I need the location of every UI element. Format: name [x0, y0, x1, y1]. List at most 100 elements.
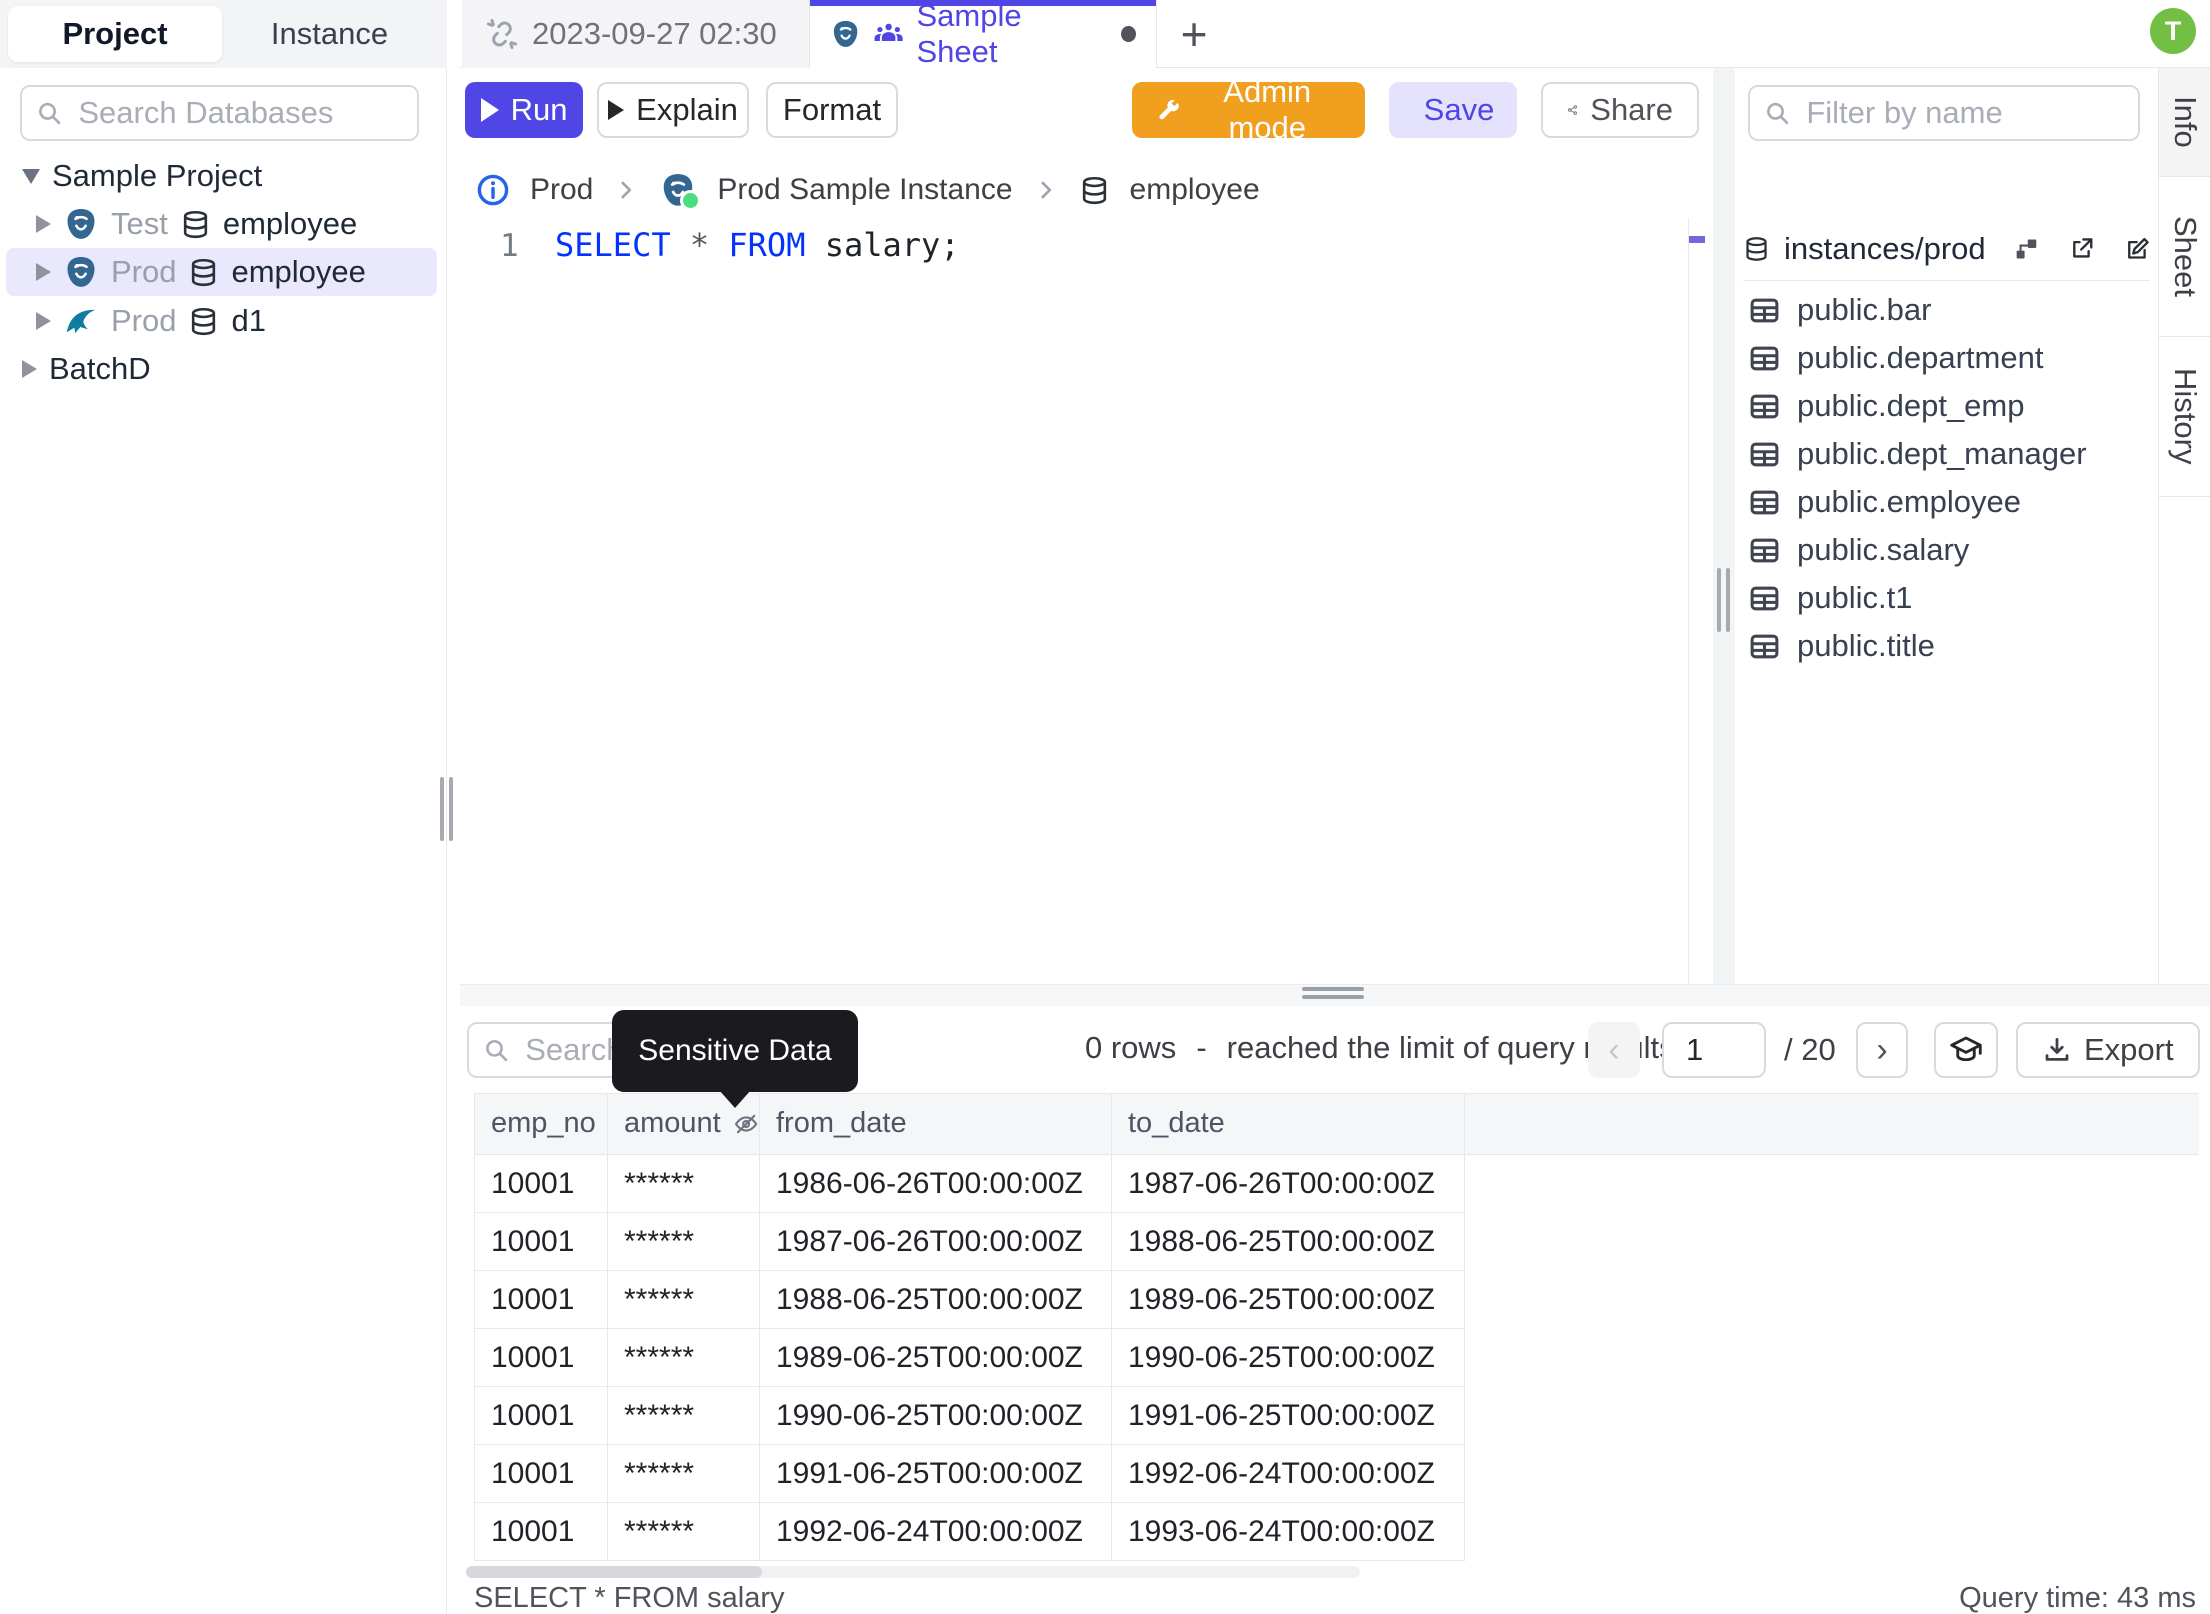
caret-down-icon[interactable] [22, 168, 40, 184]
column-header-to-date[interactable]: to_date [1112, 1093, 1465, 1155]
environment-label: Prod [111, 254, 177, 289]
cell-to-date: 1989-06-25T00:00:00Z [1112, 1271, 1465, 1329]
tab-instance[interactable]: Instance [222, 6, 437, 62]
schema-panel: instances/prod public.bar public.departm… [1735, 68, 2158, 984]
run-button[interactable]: Run [465, 82, 583, 138]
sidebar-resize-handle[interactable] [440, 777, 453, 841]
table-list-item[interactable]: public.bar [1735, 286, 2158, 334]
breadcrumb-instance[interactable]: Prod Sample Instance [717, 173, 1012, 207]
tree-item-prod-d1[interactable]: Prod d1 [0, 297, 447, 345]
tab-info[interactable]: Info [2159, 68, 2210, 177]
panel-resize-handle[interactable] [1717, 568, 1730, 632]
table-row[interactable]: 10001 ****** 1989-06-25T00:00:00Z 1990-0… [474, 1329, 2199, 1387]
table-list-item[interactable]: public.employee [1735, 478, 2158, 526]
table-list-item[interactable]: public.dept_manager [1735, 430, 2158, 478]
caret-right-icon[interactable] [36, 263, 51, 281]
postgres-icon [66, 207, 96, 241]
table-row[interactable]: 10001 ****** 1992-06-24T00:00:00Z 1993-0… [474, 1503, 2199, 1561]
share-button[interactable]: Share [1541, 82, 1699, 138]
search-databases-input[interactable] [76, 94, 403, 132]
tab-project[interactable]: Project [8, 6, 222, 62]
results-resize-handle[interactable] [1302, 987, 1364, 991]
table-row[interactable]: 10001 ****** 1986-06-26T00:00:00Z 1987-0… [474, 1155, 2199, 1213]
horizontal-scrollbar-thumb[interactable] [466, 1566, 762, 1578]
external-link-icon[interactable] [2069, 233, 2094, 265]
results-row-info: 0 rows - reached the limit of query resu… [1085, 1030, 1675, 1065]
tab-sheet[interactable]: Sheet [2159, 177, 2210, 337]
cell-amount-masked: ****** [608, 1387, 760, 1445]
column-header-filler [1465, 1093, 2199, 1155]
tab-sample-sheet-active[interactable]: Sample Sheet [810, 0, 1157, 69]
new-tab-button[interactable]: + [1170, 8, 1218, 60]
database-icon [192, 258, 216, 286]
tree-item-test-employee[interactable]: Test employee [0, 200, 447, 248]
caret-right-icon[interactable] [22, 360, 37, 378]
info-icon[interactable] [476, 173, 510, 207]
table-row[interactable]: 10001 ****** 1987-06-26T00:00:00Z 1988-0… [474, 1213, 2199, 1271]
cell-from-date: 1987-06-26T00:00:00Z [760, 1213, 1112, 1271]
caret-right-icon[interactable] [36, 215, 51, 233]
table-row[interactable]: 10001 ****** 1988-06-25T00:00:00Z 1989-0… [474, 1271, 2199, 1329]
tree-item-batchd[interactable]: BatchD [0, 345, 447, 393]
column-header-emp-no[interactable]: emp_no [474, 1093, 608, 1155]
column-header-from-date[interactable]: from_date [760, 1093, 1112, 1155]
table-name: public.salary [1797, 532, 1970, 567]
instance-header: instances/prod [1743, 218, 2150, 281]
row-count: 0 rows [1085, 1030, 1177, 1065]
table-name: public.department [1797, 340, 2044, 375]
tree-item-prod-employee[interactable]: Prod employee [0, 248, 447, 296]
next-page-button[interactable]: › [1856, 1022, 1908, 1078]
user-avatar[interactable]: T [2150, 8, 2196, 54]
panel-resize-gutter [1713, 68, 1735, 984]
sheet-tab-bar: 2023-09-27 02:30 Sample Sheet + T [460, 0, 2210, 69]
sidebar-tab-switcher: Project Instance [0, 0, 447, 68]
sql-editor[interactable]: 1 SELECT * FROM salary; [460, 218, 1688, 984]
table-list-item[interactable]: public.department [1735, 334, 2158, 382]
tree-item-sample-project[interactable]: Sample Project [0, 152, 447, 200]
cell-amount-masked: ****** [608, 1503, 760, 1561]
caret-right-icon[interactable] [36, 312, 51, 330]
prev-page-button[interactable]: ‹ [1588, 1022, 1640, 1078]
table-list-item[interactable]: public.dept_emp [1735, 382, 2158, 430]
filter-by-name-input[interactable] [1804, 94, 2124, 132]
postgres-icon [66, 255, 96, 289]
export-button[interactable]: Export [2016, 1022, 2200, 1078]
table-row[interactable]: 10001 ****** 1990-06-25T00:00:00Z 1991-0… [474, 1387, 2199, 1445]
sql-code-line[interactable]: SELECT * FROM salary; [555, 226, 960, 264]
cell-from-date: 1988-06-25T00:00:00Z [760, 1271, 1112, 1329]
play-icon [608, 100, 625, 120]
edit-icon[interactable] [2125, 233, 2150, 265]
sensitive-data-tooltip: Sensitive Data [612, 1010, 858, 1108]
cell-emp-no: 10001 [474, 1503, 608, 1561]
explain-button[interactable]: Explain [597, 82, 749, 138]
table-list-item[interactable]: public.t1 [1735, 574, 2158, 622]
format-button[interactable]: Format [766, 82, 898, 138]
table-row[interactable]: 10001 ****** 1991-06-25T00:00:00Z 1992-0… [474, 1445, 2199, 1503]
save-button[interactable]: Save [1389, 82, 1517, 138]
cell-amount-masked: ****** [608, 1213, 760, 1271]
page-number-input[interactable] [1662, 1022, 1766, 1078]
graduation-cap-button[interactable] [1934, 1022, 1998, 1078]
admin-mode-button[interactable]: Admin mode [1132, 74, 1365, 145]
results-resize-handle[interactable] [1302, 995, 1364, 999]
table-name: public.dept_manager [1797, 436, 2087, 471]
eye-off-icon[interactable] [733, 1110, 759, 1138]
search-icon [39, 102, 61, 125]
project-label: Sample Project [52, 158, 263, 193]
breadcrumb-environment[interactable]: Prod [530, 173, 593, 207]
environment-label: Prod [111, 303, 177, 338]
cell-from-date: 1991-06-25T00:00:00Z [760, 1445, 1112, 1503]
cell-emp-no: 10001 [474, 1329, 608, 1387]
online-status-dot [680, 190, 702, 211]
project-label: BatchD [49, 351, 151, 386]
table-list-item[interactable]: public.salary [1735, 526, 2158, 574]
editor-cursor-marker [1689, 236, 1705, 243]
tab-worksheet-timestamp[interactable]: 2023-09-27 02:30 [462, 0, 810, 68]
schema-diagram-icon[interactable] [2014, 233, 2039, 265]
table-icon [1750, 442, 1779, 466]
table-icon [1750, 490, 1779, 514]
table-list-item[interactable]: public.title [1735, 622, 2158, 670]
tab-history[interactable]: History [2159, 337, 2210, 497]
breadcrumb-database[interactable]: employee [1130, 173, 1260, 207]
unsaved-dot-icon [1121, 26, 1136, 42]
